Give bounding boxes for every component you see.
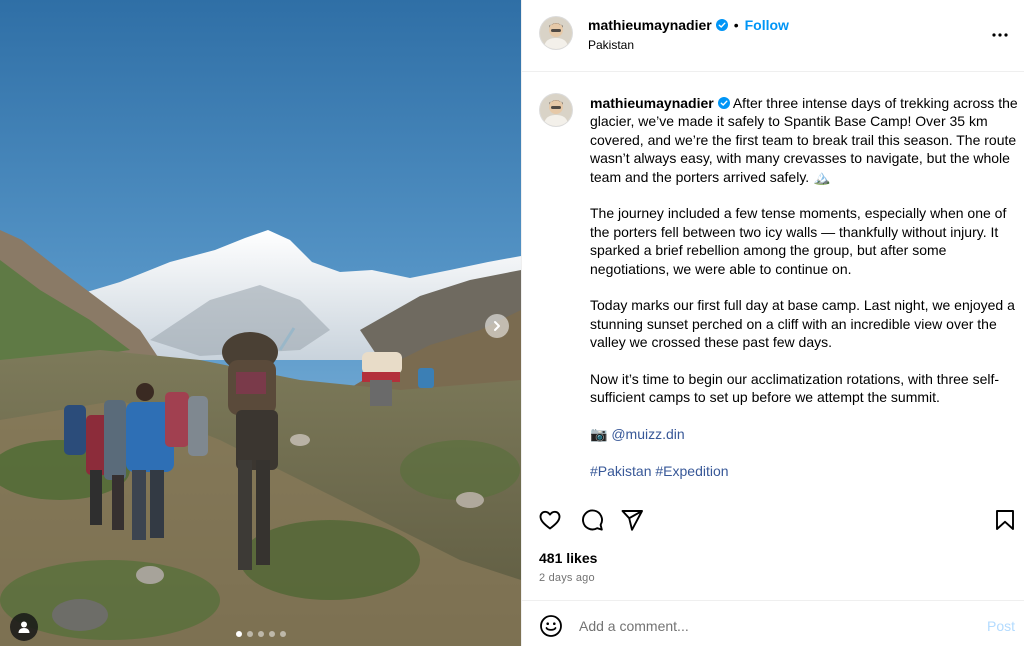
- tagged-users-button[interactable]: [10, 613, 38, 641]
- caption-section: mathieumaynadier After three intense day…: [522, 73, 1024, 498]
- separator-bullet: •: [733, 17, 739, 33]
- user-tag-icon: [18, 621, 30, 633]
- likes-count[interactable]: 481 likes: [539, 550, 597, 566]
- author-avatar[interactable]: [540, 17, 572, 49]
- caption-username[interactable]: mathieumaynadier: [590, 95, 714, 111]
- carousel-dot: [268, 631, 275, 637]
- post-photo[interactable]: [0, 0, 521, 646]
- post-dialog: mathieumaynadier • Follow Pakistan mathi…: [0, 0, 1024, 646]
- post-comment-button[interactable]: Post: [987, 618, 1015, 634]
- next-photo-button[interactable]: [485, 314, 509, 338]
- hashtag-link[interactable]: #Pakistan: [590, 463, 651, 479]
- post-header: mathieumaynadier • Follow Pakistan: [522, 0, 1024, 72]
- hashtags: #Pakistan #Expedition: [590, 462, 1022, 480]
- carousel-indicator: [0, 631, 521, 637]
- paper-plane-icon[interactable]: [620, 508, 644, 532]
- post-caption: mathieumaynadier After three intense day…: [590, 94, 1022, 498]
- photo-credit: 📷 @muizz.din: [590, 425, 1022, 443]
- mountain-trek-image: [0, 0, 521, 646]
- avatar-image: [540, 94, 572, 126]
- comment-composer: Post: [522, 600, 1024, 646]
- more-horizontal-icon[interactable]: [988, 23, 1012, 47]
- author-line: mathieumaynadier • Follow: [588, 17, 789, 33]
- caption-paragraph: Now it’s time to begin our acclimatizati…: [590, 370, 1022, 407]
- post-timestamp[interactable]: 2 days ago: [539, 572, 595, 584]
- caption-text-3: Today marks our first full day at base c…: [590, 297, 1015, 351]
- caption-paragraph: The journey included a few tense moments…: [590, 204, 1022, 278]
- carousel-dot: [235, 631, 242, 637]
- credit-mention-link[interactable]: @muizz.din: [611, 426, 684, 442]
- follow-button[interactable]: Follow: [745, 17, 789, 33]
- heart-icon[interactable]: [538, 508, 562, 532]
- avatar-image: [540, 17, 572, 49]
- verified-badge-icon: [715, 19, 728, 31]
- verified-badge-icon: [717, 97, 730, 109]
- author-username[interactable]: mathieumaynadier: [588, 17, 712, 33]
- action-bar: [522, 498, 1024, 544]
- caption-text-4: Now it’s time to begin our acclimatizati…: [590, 371, 1000, 406]
- comment-bubble-icon[interactable]: [580, 508, 604, 532]
- smiley-icon[interactable]: [539, 614, 563, 638]
- camera-emoji: 📷: [590, 426, 608, 443]
- carousel-dot: [246, 631, 253, 637]
- carousel-dot: [257, 631, 264, 637]
- post-location[interactable]: Pakistan: [588, 38, 634, 52]
- comment-input[interactable]: [579, 612, 959, 640]
- bookmark-icon[interactable]: [993, 508, 1017, 532]
- post-side-panel: mathieumaynadier • Follow Pakistan mathi…: [521, 0, 1024, 646]
- hashtag-link[interactable]: #Expedition: [655, 463, 728, 479]
- caption-text-2: The journey included a few tense moments…: [590, 205, 1007, 277]
- chevron-right-icon: [494, 321, 500, 331]
- caption-paragraph: mathieumaynadier After three intense day…: [590, 94, 1022, 186]
- caption-author-avatar[interactable]: [540, 94, 572, 126]
- caption-paragraph: Today marks our first full day at base c…: [590, 296, 1022, 351]
- carousel-dot: [279, 631, 286, 637]
